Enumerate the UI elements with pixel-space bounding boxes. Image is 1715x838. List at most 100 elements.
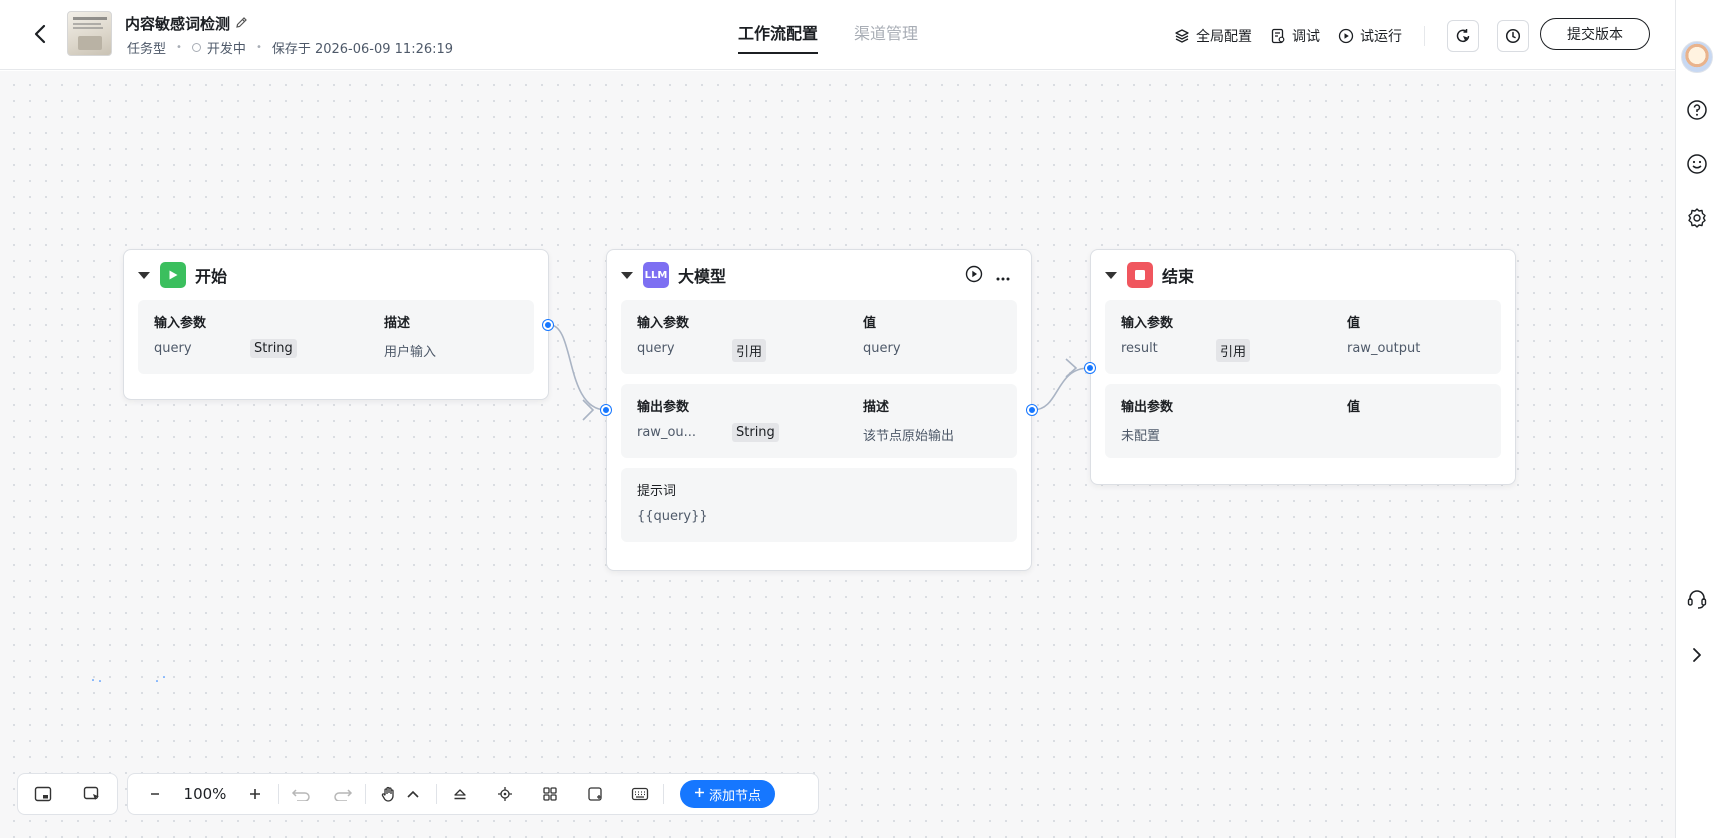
node-tools (965, 265, 1011, 287)
param-name: query (637, 341, 675, 356)
start-node[interactable]: 开始 输入参数 描述 query String 用户输入 (123, 249, 553, 400)
meta-separator: • (176, 42, 182, 53)
param-type-tag: String (732, 423, 779, 442)
run-node-icon[interactable] (965, 265, 983, 287)
add-node-button[interactable]: 添加节点 (680, 780, 776, 808)
output-placeholder: 未配置 (1121, 429, 1161, 444)
plus-icon (694, 787, 705, 802)
output-params-section: 输出参数 值 未配置 (1105, 384, 1501, 458)
help-icon[interactable] (1686, 99, 1708, 121)
zoom-in-icon[interactable] (240, 779, 270, 809)
llm-icon: LLM (643, 262, 669, 288)
gear-icon[interactable] (1686, 207, 1708, 229)
output-port[interactable] (543, 320, 553, 330)
param-type-tag: String (250, 339, 297, 358)
prompt-section: 提示词 {{query}} (621, 468, 1017, 542)
stop-icon (1127, 262, 1153, 288)
locate-icon[interactable] (490, 779, 520, 809)
prompt-label: 提示词 (637, 484, 677, 499)
auto-layout-icon[interactable] (535, 779, 565, 809)
global-config-label: 全局配置 (1196, 29, 1252, 45)
canvas-toolbar: 100% 添加节点 (127, 773, 819, 815)
trial-run-button[interactable]: 试运行 (1338, 26, 1402, 46)
saved-time: 保存于 2026-06-09 11:26:19 (271, 42, 454, 57)
title-row: 内容敏感词检测 (125, 13, 248, 34)
input-params-section: 输入参数 值 query 引用 query (621, 300, 1017, 374)
col-description: 描述 (863, 400, 890, 415)
header-bar: 内容敏感词检测 任务型 • 开发中 • 保存于 2026-06-09 11:26… (0, 0, 1675, 70)
llm-node[interactable]: LLM 大模型 输入参数 值 query 引用 query 输出参数 描述 ra… (601, 249, 1037, 571)
prompt-value: {{query}} (637, 509, 708, 524)
param-value: query (863, 341, 901, 356)
collapse-caret-icon[interactable] (621, 271, 633, 279)
redo-icon[interactable] (327, 779, 357, 809)
tab-bar: 工作流配置 渠道管理 (738, 0, 918, 70)
debug-label: 调试 (1292, 29, 1320, 45)
zoom-out-icon[interactable] (140, 779, 170, 809)
param-row: query 引用 query (637, 339, 1001, 362)
workflow-type: 任务型 (127, 42, 167, 57)
user-avatar[interactable] (1681, 41, 1713, 73)
col-value: 值 (1347, 316, 1361, 331)
trial-run-label: 试运行 (1360, 29, 1402, 45)
workflow-title: 内容敏感词检测 (125, 15, 231, 33)
collapse-caret-icon[interactable] (1105, 271, 1117, 279)
undo-icon[interactable] (287, 779, 317, 809)
output-params-section: 输出参数 描述 raw_ou... String 该节点原始输出 (621, 384, 1017, 458)
chevron-up-icon[interactable] (398, 779, 428, 809)
param-row: raw_ou... String 该节点原始输出 (637, 423, 1001, 444)
param-type-tag: 引用 (732, 339, 767, 362)
headset-icon[interactable] (1686, 588, 1708, 610)
meta-separator: • (255, 42, 262, 53)
publish-history-button[interactable] (1447, 20, 1479, 52)
smile-icon[interactable] (1686, 153, 1708, 175)
status: 开发中 (191, 38, 246, 57)
col-description: 描述 (384, 316, 411, 331)
input-port[interactable] (1085, 363, 1095, 373)
global-config-button[interactable]: 全局配置 (1174, 26, 1252, 46)
add-node-label: 添加节点 (709, 788, 762, 804)
input-params-section: 输入参数 值 result 引用 raw_output (1105, 300, 1501, 374)
section-header: 输入参数 值 (1121, 312, 1485, 331)
zoom-level[interactable]: 100% (170, 785, 240, 803)
edit-title-icon[interactable] (235, 14, 248, 33)
layers-icon (1175, 29, 1189, 43)
align-icon[interactable] (445, 779, 475, 809)
collapse-caret-icon[interactable] (138, 271, 150, 279)
add-note-icon[interactable] (580, 779, 610, 809)
minimap-toggle-icon[interactable] (28, 779, 58, 809)
status-icon (191, 43, 201, 52)
tab-channel-management[interactable]: 渠道管理 (854, 0, 918, 70)
divider (663, 784, 664, 804)
refresh-cursor-icon (1456, 29, 1470, 43)
debug-doc-icon (1271, 28, 1285, 44)
history-icon (1505, 28, 1521, 44)
right-rail (1675, 0, 1715, 838)
col-output-params: 输出参数 (1121, 400, 1174, 415)
more-icon[interactable] (995, 267, 1011, 286)
version-history-button[interactable] (1497, 20, 1529, 52)
meta-row: 任务型 • 开发中 • 保存于 2026-06-09 11:26:19 (127, 38, 453, 57)
keyboard-icon[interactable] (625, 779, 655, 809)
section-header: 输入参数 值 (637, 312, 1001, 331)
input-port[interactable] (601, 405, 611, 415)
col-input-params: 输入参数 (637, 316, 690, 331)
select-mode-icon[interactable] (77, 779, 107, 809)
param-description: 用户输入 (384, 345, 437, 360)
node-header: 开始 (124, 250, 548, 300)
col-value: 值 (1347, 400, 1361, 415)
tab-workflow-config[interactable]: 工作流配置 (738, 0, 819, 70)
chevron-right-icon[interactable] (1686, 644, 1708, 666)
divider (1424, 26, 1425, 46)
back-icon[interactable] (26, 18, 54, 50)
section-header: 输出参数 描述 (637, 396, 1001, 415)
param-row: result 引用 raw_output (1121, 339, 1485, 362)
workflow-thumbnail (67, 11, 112, 56)
output-port[interactable] (1027, 405, 1037, 415)
end-node[interactable]: 结束 输入参数 值 result 引用 raw_output 输出参数 值 未配… (1085, 249, 1516, 485)
debug-button[interactable]: 调试 (1270, 26, 1320, 46)
divider (436, 784, 437, 804)
node-header: LLM 大模型 (607, 250, 1031, 300)
header-actions: 全局配置 调试 试运行 (1174, 20, 1529, 52)
submit-version-button[interactable]: 提交版本 (1540, 18, 1650, 50)
